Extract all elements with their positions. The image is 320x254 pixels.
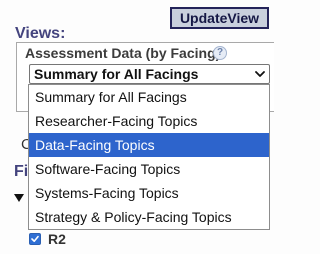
option-researcher-facing[interactable]: Researcher-Facing Topics	[29, 109, 269, 133]
views-heading: Views:	[15, 25, 66, 42]
facing-select[interactable]: Summary for All Facings	[29, 64, 270, 84]
chevron-down-icon	[255, 71, 265, 77]
option-software-facing[interactable]: Software-Facing Topics	[29, 157, 269, 181]
assessment-data-label: Assessment Data (by Facing):	[25, 45, 225, 61]
update-view-button[interactable]: UpdateView	[170, 7, 269, 29]
option-summary-all-facings[interactable]: Summary for All Facings	[29, 85, 269, 109]
facing-dropdown-list: Summary for All Facings Researcher-Facin…	[28, 84, 270, 230]
option-strategy-policy-facing[interactable]: Strategy & Policy-Facing Topics	[29, 205, 269, 229]
facing-select-value: Summary for All Facings	[34, 66, 199, 82]
question-circle-icon[interactable]: ?	[213, 46, 227, 60]
option-data-facing[interactable]: Data-Facing Topics	[29, 133, 269, 157]
checkmark-icon	[31, 235, 39, 242]
filters-heading: Fi	[14, 163, 29, 180]
triangle-down-icon[interactable]	[14, 194, 24, 202]
option-systems-facing[interactable]: Systems-Facing Topics	[29, 181, 269, 205]
r2-checkbox-label: R2	[48, 231, 66, 247]
r2-checkbox[interactable]	[29, 233, 41, 245]
